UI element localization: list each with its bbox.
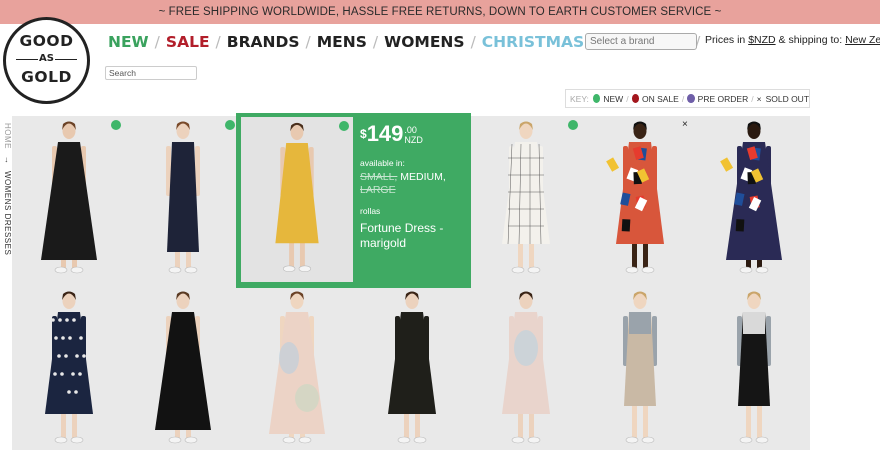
shipping-prefix: & shipping to: xyxy=(778,34,843,46)
product-tile[interactable] xyxy=(697,118,811,286)
key-preorder-label: PRE ORDER xyxy=(697,93,749,104)
nav-separator: / xyxy=(305,33,311,51)
key-label: KEY: xyxy=(570,93,589,104)
logo-line-1: GOOD xyxy=(19,32,74,50)
price-dollar-sign: $ xyxy=(360,127,367,141)
search-input[interactable]: Search xyxy=(105,66,197,80)
shipping-country-link[interactable]: New Zealand xyxy=(845,34,880,46)
key-separator: / xyxy=(751,93,754,104)
product-tile[interactable] xyxy=(583,118,697,286)
site-logo[interactable]: GOOD AS GOLD xyxy=(3,17,90,104)
size-small-sold-out: SMALL, xyxy=(360,171,398,183)
breadcrumb: HOME → WOMENS DRESSES xyxy=(0,123,12,255)
product-price: $149 xyxy=(360,122,403,146)
currency-link[interactable]: $NZD xyxy=(748,34,775,46)
nav-item-new[interactable]: NEW xyxy=(108,33,149,51)
product-tile[interactable] xyxy=(469,288,583,456)
brand-select[interactable]: Select a brand xyxy=(585,33,697,50)
nav-separator: / xyxy=(154,33,160,51)
product-image xyxy=(502,121,550,274)
product-image xyxy=(41,121,97,274)
size-list: SMALL, MEDIUM, LARGE xyxy=(360,171,465,197)
product-tile[interactable] xyxy=(240,288,354,456)
nav-item-brands[interactable]: BRANDS xyxy=(227,33,300,51)
size-medium: MEDIUM, xyxy=(400,171,446,183)
breadcrumb-current: WOMENS DRESSES xyxy=(3,170,12,256)
nav-separator: / xyxy=(372,33,379,51)
price-cents-currency: .00 NZD xyxy=(404,125,423,145)
highlight-product-image[interactable] xyxy=(241,117,353,282)
product-tile[interactable] xyxy=(469,118,583,286)
product-image xyxy=(606,121,664,274)
nav-item-womens[interactable]: WOMENS xyxy=(384,33,464,51)
preorder-dot-icon xyxy=(687,94,695,103)
size-large-sold-out: LARGE xyxy=(360,184,396,196)
highlight-product-info[interactable]: $149.00 NZD available in: SMALL, MEDIUM, … xyxy=(360,122,465,251)
sold-out-icon: × xyxy=(682,119,688,130)
product-tile[interactable] xyxy=(355,288,469,456)
product-tile[interactable] xyxy=(12,118,126,286)
product-image xyxy=(388,291,436,444)
breadcrumb-arrow-icon: → xyxy=(3,155,12,165)
key-sale-label: ON SALE xyxy=(642,93,679,104)
promo-banner-text: ~ FREE SHIPPING WORLDWIDE, HASSLE FREE R… xyxy=(158,6,722,18)
product-image xyxy=(737,291,771,444)
sale-dot-icon xyxy=(631,94,639,103)
logo-line-3: GOLD xyxy=(21,68,72,86)
product-image xyxy=(269,291,325,444)
new-badge-icon xyxy=(225,120,235,130)
product-image xyxy=(502,291,550,444)
currency-shipping-info: Prices in $NZD & shipping to: New Zealan… xyxy=(705,34,880,46)
product-image xyxy=(45,291,93,444)
product-tile[interactable] xyxy=(697,288,811,456)
new-badge-icon xyxy=(111,120,121,130)
price-whole: 149 xyxy=(366,121,404,146)
search-placeholder: Search xyxy=(109,68,136,78)
product-image xyxy=(720,121,782,274)
available-in-label: available in: xyxy=(360,158,405,168)
new-dot-icon xyxy=(592,94,601,103)
product-tile[interactable] xyxy=(12,288,126,456)
nav-item-sale[interactable]: SALE xyxy=(166,33,210,51)
promo-banner: ~ FREE SHIPPING WORLDWIDE, HASSLE FREE R… xyxy=(0,0,880,24)
product-tile[interactable] xyxy=(126,118,240,286)
highlight-product-figure xyxy=(275,122,319,273)
new-badge-icon xyxy=(568,120,578,130)
nav-separator: / xyxy=(215,33,221,51)
product-brand: rollas xyxy=(360,206,381,216)
brand-select-placeholder: Select a brand xyxy=(590,36,655,47)
product-image xyxy=(166,121,200,274)
sold-out-x-icon: × xyxy=(756,93,762,104)
product-image xyxy=(155,291,211,444)
key-soldout-label: SOLD OUT xyxy=(765,93,810,104)
key-new-label: NEW xyxy=(603,93,624,104)
product-tile[interactable] xyxy=(126,288,240,456)
nav-item-mens[interactable]: MENS xyxy=(317,33,367,51)
prices-prefix: Prices in xyxy=(705,34,746,46)
product-tile[interactable] xyxy=(583,288,697,456)
breadcrumb-home[interactable]: HOME xyxy=(3,123,12,149)
product-name: Fortune Dress - marigold xyxy=(360,221,444,250)
key-separator: / xyxy=(626,93,629,104)
price-cents: .00 xyxy=(404,125,417,135)
price-currency: NZD xyxy=(404,135,423,145)
product-image xyxy=(623,291,657,444)
new-badge-icon xyxy=(339,121,349,131)
legend-key: KEY: NEW / ON SALE / PRE ORDER / × SOLD … xyxy=(565,89,810,108)
logo-rule-right xyxy=(55,59,77,60)
nav-separator: / xyxy=(470,33,476,51)
key-separator: / xyxy=(681,93,685,104)
